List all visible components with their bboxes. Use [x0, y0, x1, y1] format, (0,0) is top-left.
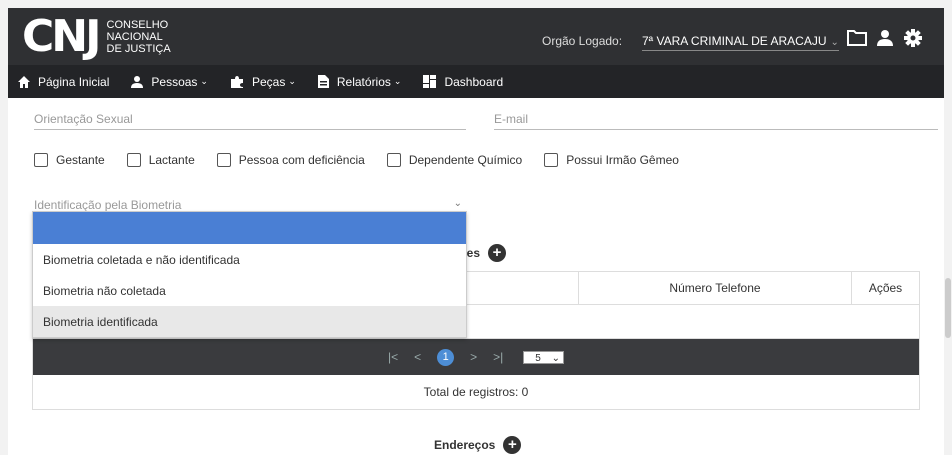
add-phone-button[interactable]: +	[488, 244, 507, 262]
email-placeholder: E-mail	[494, 112, 529, 126]
dashboard-icon	[423, 75, 437, 88]
orientacao-sexual-input[interactable]: Orientação Sexual	[34, 112, 466, 130]
chevron-down-icon: ⌄	[453, 198, 462, 209]
checkbox-label: Possui Irmão Gêmeo	[566, 153, 679, 167]
option-label: Biometria coletada e não identificada	[43, 252, 240, 267]
checkbox-box[interactable]	[126, 153, 141, 167]
logo-line-3: DE JUSTIÇA	[106, 43, 171, 55]
pagination-bar: |< < 1 > >| 5 ⌄	[33, 339, 919, 375]
org-value: 7ª VARA CRIMINAL DE ARACAJU	[642, 34, 827, 48]
logo-line-1: CONSELHO	[106, 19, 169, 31]
chevron-down-icon: ⌄	[830, 37, 839, 48]
home-icon	[18, 75, 30, 88]
first-page-icon[interactable]: |<	[388, 350, 398, 364]
nav-relatorios[interactable]: Relatórios ⌄	[317, 74, 402, 89]
total-records: Total de registros: 0	[423, 385, 529, 399]
chevron-down-icon: ⌄	[393, 76, 402, 86]
email-input[interactable]: E-mail	[494, 112, 938, 130]
next-page-icon[interactable]: >	[470, 350, 477, 364]
chevron-down-icon: ⌄	[288, 76, 296, 86]
option-label: Biometria identificada	[43, 314, 158, 329]
add-address-button[interactable]: +	[503, 436, 522, 454]
checkbox-label: Lactante	[148, 153, 195, 167]
nav-pagina-inicial[interactable]: Página Inicial	[18, 75, 109, 89]
nav-pessoas[interactable]: Pessoas ⌄	[131, 75, 208, 89]
checkbox-deficiencia[interactable]: Pessoa com deficiência	[216, 153, 365, 167]
user-icon[interactable]	[874, 28, 896, 48]
addresses-section-title: Endereços +	[434, 436, 522, 454]
logo-text: CONSELHO NACIONAL DE JUSTIÇA	[107, 19, 171, 55]
column-header-acoes: Ações	[851, 272, 919, 304]
checkbox-label: Pessoa com deficiência	[238, 153, 365, 167]
dropdown-option-highlighted[interactable]: Biometria identificada	[33, 306, 466, 337]
checkbox-box[interactable]	[544, 153, 559, 167]
nav-dashboard[interactable]: Dashboard	[423, 75, 503, 89]
dropdown-option[interactable]: Biometria não coletada	[33, 275, 466, 306]
checkbox-box[interactable]	[34, 153, 48, 167]
org-label: Orgão Logado:	[542, 34, 623, 48]
nav-label: Pessoas	[151, 74, 198, 89]
nav-pecas[interactable]: Peças ⌄	[230, 75, 296, 89]
page-size-select[interactable]: 5 ⌄	[523, 350, 564, 364]
org-select[interactable]: 7ª VARA CRIMINAL DE ARACAJU ⌄	[642, 34, 839, 51]
addresses-title-text: Endereços	[434, 438, 496, 452]
document-icon	[317, 75, 329, 88]
puzzle-icon	[230, 75, 243, 88]
checkbox-label: Gestante	[56, 153, 105, 167]
column-header-numero: Número Telefone	[578, 272, 851, 304]
nav-label: Dashboard	[444, 74, 504, 89]
nav-label: Peças	[251, 74, 286, 89]
checkbox-dependente-quimico[interactable]: Dependente Químico	[386, 153, 523, 167]
prev-page-icon[interactable]: <	[414, 350, 421, 364]
page-size-value: 5	[535, 352, 541, 364]
page-number-button[interactable]: 1	[437, 348, 455, 366]
folder-icon[interactable]	[846, 28, 868, 48]
orientacao-sexual-placeholder: Orientação Sexual	[34, 112, 133, 126]
checkbox-gestante[interactable]: Gestante	[34, 153, 105, 167]
scrollbar-thumb[interactable]	[945, 278, 951, 338]
nav-label: Página Inicial	[38, 74, 110, 89]
biometria-placeholder: Identificação pela Biometria	[34, 198, 182, 212]
main-nav: Página Inicial Pessoas ⌄ Peças ⌄ Relatório…	[8, 65, 944, 98]
cnj-logo[interactable]: CNJ CONSELHO NACIONAL DE JUSTIÇA	[22, 14, 171, 60]
logo-mark: CNJ	[22, 11, 101, 62]
gear-icon[interactable]	[902, 28, 924, 48]
chevron-down-icon: ⌄	[200, 76, 208, 86]
top-header: CNJ CONSELHO NACIONAL DE JUSTIÇA Orgão L…	[8, 8, 944, 65]
checkbox-box[interactable]	[386, 153, 401, 167]
last-page-icon[interactable]: >|	[493, 350, 503, 364]
checkbox-lactante[interactable]: Lactante	[126, 153, 195, 167]
dropdown-option-empty-selected[interactable]	[33, 212, 466, 244]
nav-label: Relatórios	[336, 74, 391, 89]
dropdown-option[interactable]: Biometria coletada e não identificada	[33, 244, 466, 275]
person-icon	[131, 75, 144, 88]
option-label: Biometria não coletada	[43, 283, 166, 298]
checkbox-group: Gestante Lactante Pessoa com deficiência…	[34, 153, 701, 167]
checkbox-box[interactable]	[216, 153, 231, 167]
checkbox-irmao-gemeo[interactable]: Possui Irmão Gêmeo	[544, 153, 679, 167]
logo-line-2: NACIONAL	[106, 31, 163, 43]
biometria-dropdown-list: Biometria coletada e não identificada Bi…	[32, 211, 467, 338]
checkbox-label: Dependente Químico	[408, 153, 523, 167]
page-scrollbar[interactable]	[944, 98, 952, 455]
